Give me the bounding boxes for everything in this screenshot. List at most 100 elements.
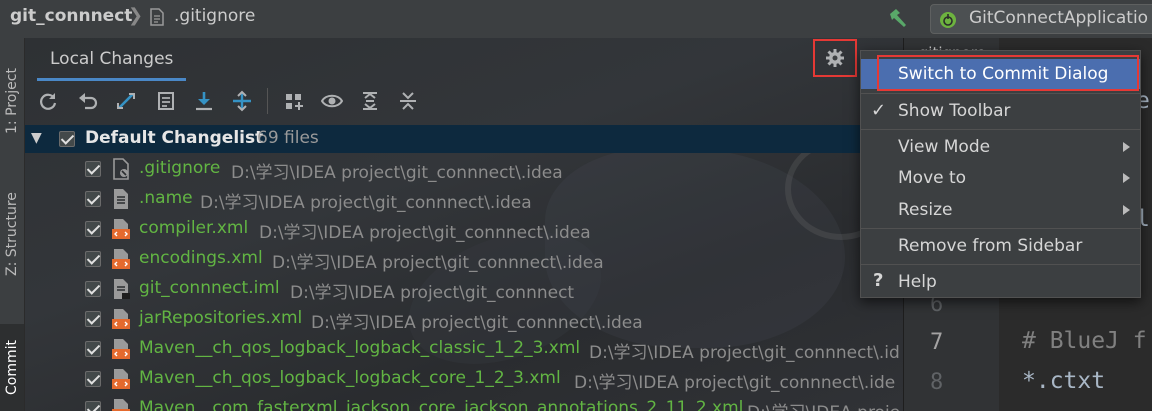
run-configuration-selector[interactable]: GitConnectApplicatio (930, 4, 1152, 34)
file-name: .gitignore (139, 158, 221, 178)
file-row[interactable]: compiler.xml D:\学习\IDEA project\git_conn… (25, 214, 903, 244)
file-path: D:\学习\IDEA project\git_connnect\.idea (259, 223, 591, 243)
move-to-changelist-icon[interactable] (231, 90, 253, 112)
navigation-bar: git_connnect ❯ .gitignore GitConnectAppl… (0, 0, 1152, 39)
changelist-checkbox[interactable] (59, 131, 75, 147)
file-row[interactable]: Maven__ch_qos_logback_logback_classic_1_… (25, 334, 903, 364)
file-row[interactable]: jarRepositories.xml D:\学习\IDEA project\g… (25, 304, 903, 334)
xml-file-icon (111, 398, 131, 411)
file-row[interactable]: git_connnect.iml D:\学习\IDEA project\git_… (25, 274, 903, 304)
refresh-icon[interactable] (37, 90, 59, 112)
expand-caret-icon[interactable]: ▼ (31, 130, 42, 146)
menu-item-view-mode[interactable]: View Mode (861, 132, 1140, 162)
text-file-icon (111, 188, 131, 210)
menu-divider (861, 129, 1140, 130)
settings-popup-menu: Switch to Commit Dialog ✓ Show Toolbar V… (860, 50, 1141, 298)
collapse-all-icon[interactable] (397, 90, 419, 112)
file-row[interactable]: encodings.xml D:\学习\IDEA project\git_con… (25, 244, 903, 274)
update-icon[interactable] (193, 90, 215, 112)
gear-icon (825, 48, 845, 68)
code-line[interactable]: *.ctxt (1022, 368, 1105, 394)
file-checkbox[interactable] (85, 161, 101, 177)
expand-all-icon[interactable] (359, 90, 381, 112)
menu-item-move-to[interactable]: Move to (861, 163, 1140, 193)
file-row[interactable]: .name D:\学习\IDEA project\git_connnect\.i… (25, 184, 903, 214)
menu-item-label: Show Toolbar (898, 101, 1011, 121)
iml-file-icon (111, 278, 131, 300)
menu-divider (861, 228, 1140, 229)
file-name: encodings.xml (139, 248, 263, 268)
file-name: git_connnect.iml (139, 278, 280, 298)
file-path: D:\学习\IDEA project\git_connnect\.idea (231, 163, 563, 183)
menu-item-resize[interactable]: Resize (861, 195, 1140, 225)
preview-icon[interactable] (320, 90, 344, 112)
menu-item-label: Switch to Commit Dialog (898, 64, 1109, 84)
changelist-header[interactable]: ▼ Default Changelist 69 files (25, 125, 903, 153)
menu-item-switch-to-commit-dialog[interactable]: Switch to Commit Dialog (861, 59, 1140, 89)
submenu-arrow-icon (1123, 142, 1130, 152)
shelve-icon[interactable] (115, 90, 137, 112)
menu-item-label: Resize (898, 200, 953, 220)
menu-item-help[interactable]: ? Help (861, 267, 1140, 297)
gitignore-file-icon (150, 8, 164, 26)
show-diff-icon[interactable] (155, 90, 177, 112)
menu-item-show-toolbar[interactable]: ✓ Show Toolbar (861, 96, 1140, 126)
menu-item-label: View Mode (898, 137, 991, 157)
file-path: D:\学习\IDEA project\git_connnect\.idea (272, 253, 604, 273)
structure-tool-tab-label: Z: Structure (4, 192, 20, 276)
xml-file-icon (111, 248, 131, 270)
structure-tool-tab[interactable]: Z: Structure (0, 174, 24, 294)
commit-tool-window: Local Changes ▼ Default Changelist 69 fi… (25, 38, 903, 411)
spring-boot-icon (939, 11, 957, 29)
file-name: compiler.xml (139, 218, 249, 238)
line-number: 8 (930, 370, 944, 395)
help-icon: ? (873, 270, 884, 291)
xml-file-icon (111, 368, 131, 390)
file-row[interactable]: Maven__ch_qos_logback_logback_core_1_2_3… (25, 364, 903, 394)
changes-toolbar (25, 84, 903, 118)
code-line[interactable]: # BlueJ f (1022, 328, 1147, 354)
checkmark-icon: ✓ (871, 100, 887, 121)
group-by-icon[interactable] (283, 90, 305, 112)
file-row[interactable]: .gitignore D:\学习\IDEA project\git_connne… (25, 154, 903, 184)
file-path: D:\学习\IDEA proje (747, 398, 900, 411)
file-checkbox[interactable] (85, 281, 101, 297)
file-checkbox[interactable] (85, 191, 101, 207)
menu-item-remove-from-sidebar[interactable]: Remove from Sidebar (861, 231, 1140, 261)
tab-local-changes[interactable]: Local Changes (37, 38, 187, 81)
rollback-icon[interactable] (77, 90, 99, 112)
xml-file-icon (111, 308, 131, 330)
run-configuration-label: GitConnectApplicatio (969, 8, 1149, 28)
file-name: .name (139, 188, 193, 208)
file-row[interactable]: Maven__com_fasterxml_jackson_core_jackso… (25, 394, 903, 411)
breadcrumb-project[interactable]: git_connnect (10, 6, 132, 26)
file-name: Maven__ch_qos_logback_logback_classic_1_… (139, 338, 581, 358)
file-path: D:\学习\IDEA project\git_connnect\.idea (311, 313, 643, 333)
file-checkbox[interactable] (85, 341, 101, 357)
project-tool-tab[interactable]: 1: Project (0, 46, 24, 156)
left-tool-strip: 1: Project Z: Structure Commit (0, 38, 25, 411)
submenu-arrow-icon (1123, 173, 1130, 183)
file-name: Maven__ch_qos_logback_logback_core_1_2_3… (139, 368, 561, 388)
file-name: jarRepositories.xml (139, 308, 303, 328)
file-path: D:\学习\IDEA project\git_connnect\.id (589, 343, 900, 363)
file-checkbox[interactable] (85, 221, 101, 237)
menu-item-label: Remove from Sidebar (898, 236, 1083, 256)
xml-file-icon (111, 218, 131, 240)
submenu-arrow-icon (1123, 205, 1130, 215)
gitignore-file-icon (111, 158, 131, 180)
changelist-file-count: 69 files (257, 128, 319, 148)
toolbar-divider (267, 88, 268, 114)
file-checkbox[interactable] (85, 311, 101, 327)
file-name: Maven__com_fasterxml_jackson_core_jackso… (139, 398, 744, 411)
file-path: D:\学习\IDEA project\git_connnect\.ide (574, 373, 896, 393)
file-checkbox[interactable] (85, 401, 101, 411)
file-checkbox[interactable] (85, 371, 101, 387)
menu-divider (861, 264, 1140, 265)
commit-tool-tab[interactable]: Commit (0, 324, 24, 411)
breadcrumb-file[interactable]: .gitignore (174, 6, 255, 26)
build-hammer-icon[interactable] (886, 6, 910, 30)
file-checkbox[interactable] (85, 251, 101, 267)
settings-button[interactable] (813, 39, 857, 77)
file-path: D:\学习\IDEA project\git_connnect\.idea (200, 193, 532, 213)
